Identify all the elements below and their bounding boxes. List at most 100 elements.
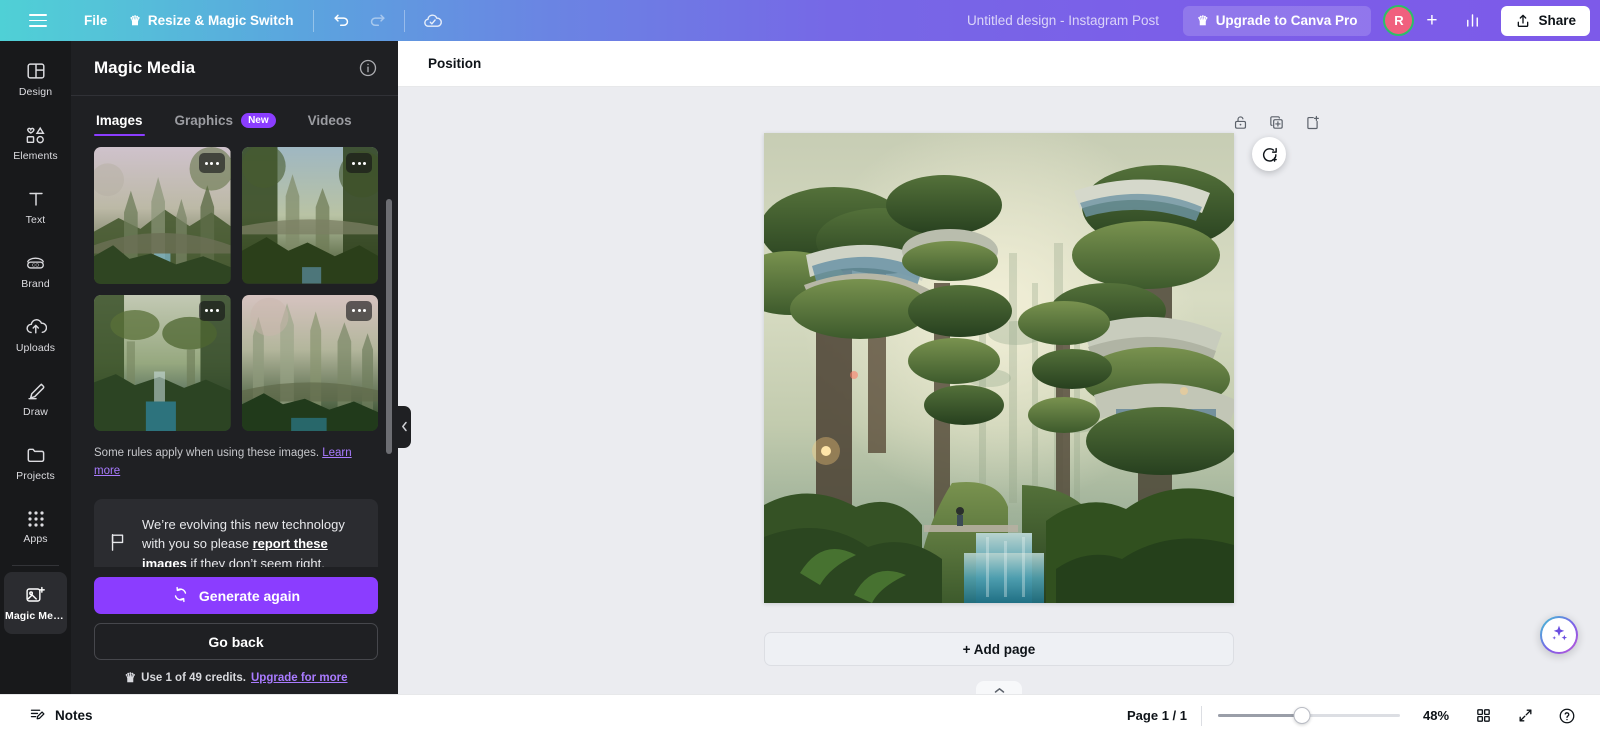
tab-videos[interactable]: Videos (306, 108, 354, 139)
insights-chart-icon[interactable] (1455, 6, 1489, 36)
brand-icon: CO (24, 252, 47, 274)
sidebar-item-uploads[interactable]: Uploads (4, 304, 67, 366)
info-icon[interactable] (358, 58, 378, 78)
sidebar-item-text[interactable]: Text (4, 176, 67, 238)
notes-button[interactable]: Notes (20, 700, 102, 732)
share-button[interactable]: Share (1501, 5, 1590, 36)
help-icon[interactable] (1552, 702, 1582, 730)
sidebar-item-brand[interactable]: CO Brand (4, 240, 67, 302)
editor-area: Position + Add page (398, 41, 1600, 694)
credits-text: Use 1 of 49 credits. (141, 671, 246, 684)
zoom-handle[interactable] (1293, 707, 1311, 724)
svg-text:CO: CO (32, 263, 39, 269)
magic-comment-icon[interactable] (1252, 137, 1286, 171)
feedback-notice: We’re evolving this new technology with … (94, 498, 378, 567)
more-options-icon[interactable] (346, 300, 372, 321)
file-menu-button[interactable]: File (74, 7, 117, 35)
page-counter: Page 1 / 1 (1127, 708, 1187, 723)
avatar[interactable]: R (1383, 5, 1415, 36)
panel-scrollbar[interactable] (386, 199, 392, 454)
hamburger-icon[interactable] (20, 3, 56, 39)
collapse-timeline-tab[interactable] (976, 681, 1022, 694)
draw-icon (25, 380, 47, 402)
magic-studio-button[interactable] (1540, 616, 1578, 654)
tab-label: Images (96, 113, 143, 128)
zoom-fill (1218, 714, 1302, 717)
sidebar-item-projects[interactable]: Projects (4, 432, 67, 494)
sidebar-item-label: Projects (16, 470, 55, 483)
upgrade-to-canva-pro-button[interactable]: ♛ Upgrade to Canva Pro (1183, 5, 1372, 36)
add-page-after-icon[interactable] (1301, 111, 1323, 133)
list-item[interactable] (94, 147, 231, 284)
file-menu-label: File (84, 13, 108, 28)
crown-icon: ♛ (1197, 13, 1209, 28)
sidebar-item-label: Uploads (15, 342, 56, 355)
crown-icon: ♛ (124, 670, 137, 685)
magic-media-panel: Magic Media Images Graphics New Videos S… (71, 41, 398, 694)
notes-icon (29, 706, 46, 726)
list-item[interactable] (94, 294, 231, 431)
sidebar-item-magic-media[interactable]: Magic Med... (4, 572, 67, 634)
projects-folder-icon (25, 444, 47, 466)
status-divider (1201, 705, 1202, 726)
generate-again-button[interactable]: Generate again (94, 577, 378, 614)
sidebar-item-label: Design (18, 86, 53, 99)
credits-row: ♛ Use 1 of 49 credits. Upgrade for more (94, 671, 378, 684)
list-item[interactable] (241, 147, 378, 284)
status-badge: New (241, 113, 276, 128)
magic-media-icon (24, 584, 47, 606)
more-options-icon[interactable] (198, 153, 225, 173)
panel-tabs: Images Graphics New Videos (71, 96, 398, 139)
sidebar-item-label: Draw (23, 406, 48, 419)
upgrade-for-more-link[interactable]: Upgrade for more (251, 672, 348, 684)
rail-divider (12, 565, 59, 566)
grid-view-icon[interactable] (1468, 702, 1498, 730)
lock-icon[interactable] (1229, 111, 1251, 133)
duplicate-page-icon[interactable] (1265, 111, 1287, 133)
page-tools (859, 111, 1329, 133)
collapse-panel-handle[interactable] (398, 406, 411, 448)
page-artwork (764, 133, 1234, 603)
sidebar-item-draw[interactable]: Draw (4, 368, 67, 430)
sidebar-item-design[interactable]: Design (4, 48, 67, 110)
sparkles-icon (1549, 623, 1569, 648)
undo-icon[interactable] (324, 6, 358, 36)
elements-icon (24, 124, 47, 146)
position-button[interactable]: Position (418, 50, 491, 77)
toolbar-divider-1 (313, 9, 315, 32)
sidebar-item-label: Text (25, 214, 46, 227)
chevron-up-icon (994, 681, 1005, 694)
list-item[interactable] (241, 294, 378, 431)
panel-footer: Generate again Go back ♛ Use 1 of 49 cre… (71, 567, 398, 694)
sidebar-item-label: Elements (13, 150, 58, 163)
upgrade-label: Upgrade to Canva Pro (1215, 13, 1358, 28)
tab-graphics[interactable]: Graphics New (173, 108, 278, 139)
redo-icon[interactable] (360, 6, 394, 36)
feedback-notice-text: We’re evolving this new technology with … (142, 515, 362, 567)
chevron-left-icon (401, 421, 408, 434)
context-toolbar: Position (398, 41, 1600, 87)
notes-label: Notes (55, 708, 93, 723)
zoom-slider[interactable] (1218, 706, 1400, 726)
sidebar-item-elements[interactable]: Elements (4, 112, 67, 174)
tab-label: Videos (307, 113, 352, 128)
document-title[interactable]: Untitled design - Instagram Post (957, 8, 1169, 33)
page-title: Magic Media (94, 58, 196, 77)
more-options-icon[interactable] (346, 153, 372, 173)
cloud-saved-icon[interactable] (415, 6, 449, 36)
resize-magic-switch-button[interactable]: ♛ Resize & Magic Switch (119, 7, 303, 35)
notice-part-2: if they don’t seem right. (186, 555, 325, 567)
usage-rules-text: Some rules apply when using these images… (94, 445, 378, 481)
panel-scroll-region: Some rules apply when using these images… (71, 139, 398, 567)
fullscreen-icon[interactable] (1510, 702, 1540, 730)
add-page-button[interactable]: + Add page (764, 632, 1234, 666)
editor-body: Design Elements Text CO Brand Uploads Dr… (0, 41, 1600, 694)
go-back-button[interactable]: Go back (94, 623, 378, 660)
tab-images[interactable]: Images (94, 108, 145, 139)
design-page[interactable] (764, 133, 1234, 603)
share-upload-icon (1518, 14, 1529, 27)
add-collaborator-button[interactable]: + (1416, 5, 1447, 36)
rules-static-text: Some rules apply when using these images… (94, 447, 323, 459)
more-options-icon[interactable] (198, 300, 225, 321)
sidebar-item-apps[interactable]: Apps (4, 496, 67, 558)
